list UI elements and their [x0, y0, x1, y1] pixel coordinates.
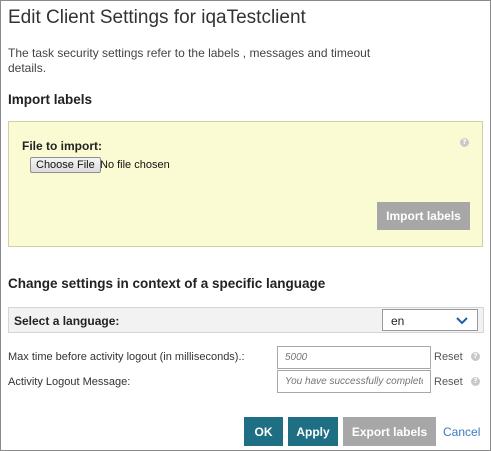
timeout-reset-link[interactable]: Reset: [434, 351, 463, 363]
help-icon[interactable]: ?: [460, 138, 469, 147]
edit-client-settings-dialog: Edit Client Settings for iqaTestclient T…: [0, 0, 491, 451]
cancel-link[interactable]: Cancel: [443, 425, 480, 439]
export-labels-button[interactable]: Export labels: [343, 417, 436, 446]
dialog-description: The task security settings refer to the …: [8, 46, 371, 75]
language-dropdown-value: en: [391, 314, 405, 328]
message-reset-link[interactable]: Reset: [434, 376, 463, 388]
chevron-down-icon: [456, 317, 468, 325]
apply-button[interactable]: Apply: [288, 417, 338, 446]
choose-file-button[interactable]: Choose File: [30, 157, 101, 173]
language-dropdown[interactable]: en: [382, 309, 478, 331]
no-file-chosen-text: No file chosen: [100, 159, 170, 171]
import-labels-button[interactable]: Import labels: [377, 202, 470, 230]
timeout-label: Max time before activity logout (in mill…: [8, 351, 245, 363]
import-labels-panel: File to import: Choose File No file chos…: [8, 121, 483, 247]
import-labels-heading: Import labels: [8, 92, 93, 107]
logout-message-label: Activity Logout Message:: [8, 376, 131, 388]
file-to-import-label: File to import:: [22, 139, 102, 153]
logout-message-input[interactable]: [277, 370, 431, 393]
help-icon[interactable]: ?: [471, 352, 480, 361]
ok-button[interactable]: OK: [244, 417, 283, 446]
select-language-label: Select a language:: [14, 314, 120, 328]
timeout-input[interactable]: [277, 346, 431, 369]
language-select-row: Select a language: en: [8, 307, 484, 333]
help-icon[interactable]: ?: [471, 377, 480, 386]
language-settings-heading: Change settings in context of a specific…: [8, 276, 326, 291]
dialog-title: Edit Client Settings for iqaTestclient: [8, 7, 306, 28]
